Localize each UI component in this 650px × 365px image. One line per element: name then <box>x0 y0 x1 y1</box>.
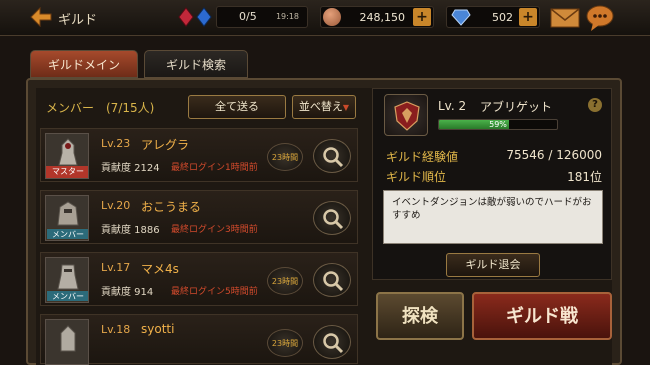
member-last-login: 最終ログイン1時間前 <box>171 163 258 173</box>
gem-counter: 502 + <box>446 6 540 28</box>
magnifier-icon <box>323 209 344 230</box>
inspect-member-button[interactable] <box>313 263 351 297</box>
guild-level: Lv. 2 <box>438 99 467 113</box>
gold-value: 248,150 <box>359 11 406 24</box>
mail-icon[interactable] <box>550 7 580 29</box>
member-level: Lv.20 <box>101 199 131 212</box>
avatar <box>45 319 89 365</box>
guild-rank-value: 181位 <box>567 170 602 184</box>
member-contribution: 貢献度 1886 <box>101 225 160 236</box>
member-name: おこうまる <box>141 200 202 214</box>
member-level: Lv.18 <box>101 323 131 336</box>
member-name: マメ4s <box>141 262 179 276</box>
stamina-value: 0/5 <box>239 10 257 23</box>
member-row[interactable]: メンバー Lv.17 マメ4s 貢献度 914 最終ログイン5時間前 23時間 <box>40 252 358 306</box>
avatar: メンバー <box>45 195 89 241</box>
tab-guild-search[interactable]: ギルド検索 <box>144 50 248 78</box>
sort-button[interactable]: 並べ替え▼ <box>292 95 356 119</box>
guild-description: イベントダンジョンは敵が弱いのでハードがおすすめ <box>383 190 603 244</box>
member-contribution: 貢献度 2124 <box>101 163 160 174</box>
role-badge: メンバー <box>46 290 88 302</box>
leave-guild-button[interactable]: ギルド退会 <box>446 253 540 277</box>
gold-counter: 248,150 + <box>320 6 434 28</box>
chevron-down-icon: ▼ <box>342 103 350 112</box>
screen-title: ギルド <box>58 13 98 28</box>
guild-xp-value: 75546 / 126000 <box>506 148 602 162</box>
members-title: メンバー (7/15人) <box>46 101 155 115</box>
add-gold-button[interactable]: + <box>413 8 431 26</box>
inspect-member-button[interactable] <box>313 201 351 235</box>
help-icon[interactable]: ? <box>588 98 602 112</box>
guild-war-button[interactable]: ギルド戦 <box>472 292 612 340</box>
gem-value: 502 <box>492 11 513 24</box>
member-last-login: 最終ログイン3時間前 <box>171 225 258 235</box>
role-badge: メンバー <box>46 228 88 240</box>
magnifier-icon <box>323 333 344 354</box>
stamina-counter: 0/5 19:18 <box>216 6 308 28</box>
magnifier-icon <box>323 271 344 292</box>
avatar: メンバー <box>45 257 89 303</box>
send-cooldown-badge: 23時間 <box>267 267 303 295</box>
guild-xp-percent: 59% <box>489 120 507 129</box>
guild-name: アブリゲット <box>480 100 553 114</box>
member-last-login: 最終ログイン5時間前 <box>171 287 258 297</box>
stamina-crystal-icon <box>178 6 218 28</box>
guild-emblem-icon <box>384 94 428 136</box>
gem-icon <box>451 8 471 26</box>
top-bar: ギルド 0/5 19:18 248,150 + 502 + <box>0 0 650 36</box>
send-cooldown-badge: 23時間 <box>267 329 303 357</box>
add-gem-button[interactable]: + <box>519 8 537 26</box>
member-level: Lv.23 <box>101 137 131 150</box>
member-name: アレグラ <box>141 138 190 152</box>
inspect-member-button[interactable] <box>313 139 351 173</box>
back-arrow-icon[interactable] <box>30 6 52 28</box>
guild-xp-bar: 59% <box>438 119 558 130</box>
magnifier-icon <box>323 147 344 168</box>
stamina-timer: 19:18 <box>275 12 299 21</box>
member-contribution: 貢献度 914 <box>101 287 154 298</box>
member-row[interactable]: マスター Lv.23 アレグラ 貢献度 2124 最終ログイン1時間前 23時間 <box>40 128 358 182</box>
role-badge: マスター <box>46 166 88 178</box>
member-level: Lv.17 <box>101 261 131 274</box>
avatar: マスター <box>45 133 89 179</box>
guild-rank-label: ギルド順位 <box>386 170 447 184</box>
send-all-button[interactable]: 全て送る <box>188 95 286 119</box>
member-row[interactable]: Lv.18 syotti 23時間 <box>40 314 358 365</box>
explore-button[interactable]: 探検 <box>376 292 464 340</box>
coin-icon <box>323 8 341 26</box>
member-name: syotti <box>141 322 175 336</box>
guild-xp-label: ギルド経験値 <box>386 150 459 164</box>
inspect-member-button[interactable] <box>313 325 351 359</box>
member-row[interactable]: メンバー Lv.20 おこうまる 貢献度 1886 最終ログイン3時間前 <box>40 190 358 244</box>
send-cooldown-badge: 23時間 <box>267 143 303 171</box>
chat-icon[interactable] <box>586 4 614 32</box>
sort-label: 並べ替え <box>298 100 343 113</box>
tab-guild-main[interactable]: ギルドメイン <box>30 50 138 78</box>
